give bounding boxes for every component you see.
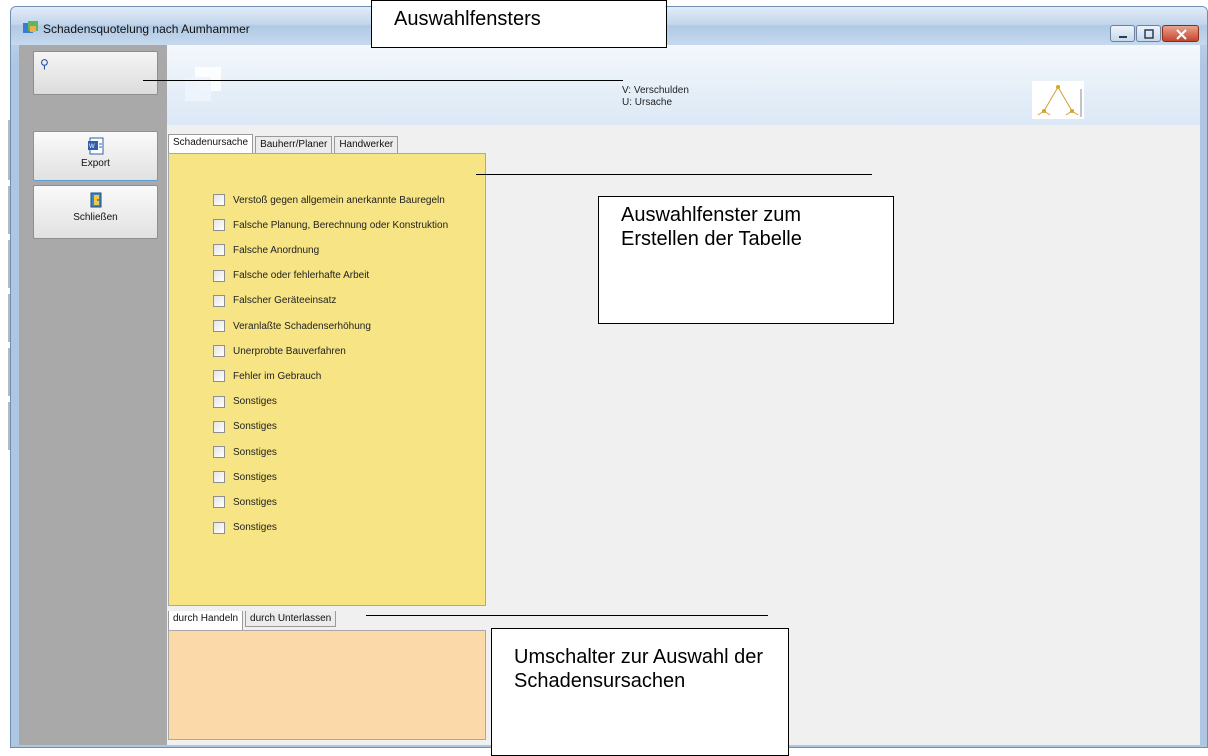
checkbox-item[interactable]: Fehler im Gebrauch <box>213 368 321 384</box>
checkbox[interactable] <box>213 269 225 282</box>
close-icon <box>1176 29 1187 40</box>
checkbox-item[interactable]: Sonstiges <box>213 394 277 410</box>
checkbox-label: Falsche oder fehlerhafte Arbeit <box>233 270 370 282</box>
tab-bauherr-planer[interactable]: Bauherr/Planer <box>255 136 333 154</box>
door-exit-icon <box>90 192 101 208</box>
checkbox-label: Sonstiges <box>233 496 277 508</box>
checkbox-item[interactable]: Veranlaßte Schadenserhöhung <box>213 318 371 334</box>
selection-panel: Verstoß gegen allgemein anerkannte Baure… <box>168 153 486 606</box>
checkbox-label: Fehler im Gebrauch <box>233 370 322 382</box>
header-band: V: Verschulden U: Ursache <box>167 45 1200 125</box>
tab-durch-handeln[interactable]: durch Handeln <box>168 611 244 631</box>
checkbox-label: Falsche Planung, Berechnung oder Konstru… <box>233 219 449 231</box>
close-label: Schließen <box>73 212 118 223</box>
checkbox-item[interactable]: Sonstiges <box>213 494 277 510</box>
top-tab-strip: Schadenursache Bauherr/Planer Handwerker <box>168 134 400 154</box>
checkbox-label: Falsche Anordnung <box>233 244 320 256</box>
tree-diagram-icon <box>1032 81 1084 119</box>
checkbox[interactable] <box>213 219 225 232</box>
legend-line-ursache: U: Ursache <box>622 97 673 108</box>
app-icon <box>23 21 38 33</box>
window-title: Schadensquotelung nach Aumhammer <box>43 22 250 36</box>
pin-button[interactable]: ⚲ <box>33 51 158 95</box>
checkbox-label: Sonstiges <box>233 421 277 433</box>
checkbox-label: Sonstiges <box>233 522 277 534</box>
callout-line-top <box>143 80 623 81</box>
sidebar: ⚲ W Export Schließen <box>19 45 167 745</box>
bottom-tab-strip: durch Handeln durch Unterlassen <box>168 611 338 631</box>
checkbox-item[interactable]: Sonstiges <box>213 520 277 536</box>
checkbox[interactable] <box>213 370 225 383</box>
checkbox[interactable] <box>213 244 225 257</box>
checkbox[interactable] <box>213 345 225 358</box>
checkbox[interactable] <box>213 471 225 484</box>
close-app-button[interactable]: Schließen <box>33 185 158 239</box>
checkbox-item[interactable]: Sonstiges <box>213 444 277 460</box>
svg-text:W: W <box>89 144 95 150</box>
maximize-icon <box>1144 29 1154 39</box>
pin-icon: ⚲ <box>40 57 49 71</box>
minimize-button[interactable] <box>1110 25 1135 42</box>
checkbox-label: Falscher Geräteeinsatz <box>233 295 337 307</box>
tab-durch-unterlassen[interactable]: durch Unterlassen <box>245 611 337 627</box>
callout-line-bottom <box>366 615 768 616</box>
checkbox-item[interactable]: Falsche Anordnung <box>213 242 319 258</box>
checkbox-label: Sonstiges <box>233 396 277 408</box>
close-window-button[interactable] <box>1162 25 1199 42</box>
callout-line-right <box>476 174 872 175</box>
checkbox-label: Sonstiges <box>233 471 277 483</box>
checkbox[interactable] <box>213 294 225 307</box>
checkbox-label: Sonstiges <box>233 446 277 458</box>
checkbox[interactable] <box>213 395 225 408</box>
checkbox[interactable] <box>213 320 225 332</box>
checkbox-label: Veranlaßte Schadenserhöhung <box>233 320 371 332</box>
export-label: Export <box>81 158 110 169</box>
minimize-icon <box>1119 36 1127 38</box>
checkbox-item[interactable]: Falscher Geräteeinsatz <box>213 293 336 309</box>
tab-schadenursache[interactable]: Schadenursache <box>168 134 254 154</box>
checkbox[interactable] <box>213 420 225 433</box>
export-button[interactable]: W Export <box>33 131 158 181</box>
checkbox-label: Unerprobte Bauverfahren <box>233 345 346 357</box>
callout-auswahlfenster-tabelle: Auswahlfenster zum Erstellen der Tabelle <box>598 196 894 324</box>
checkbox-item[interactable]: Falsche Planung, Berechnung oder Konstru… <box>213 217 448 233</box>
checkbox-item[interactable]: Sonstiges <box>213 469 277 485</box>
checkbox[interactable] <box>213 446 225 458</box>
checkbox-item[interactable]: Unerprobte Bauverfahren <box>213 343 346 359</box>
checkbox-item[interactable]: Falsche oder fehlerhafte Arbeit <box>213 268 369 284</box>
desktop-left-edge <box>0 0 11 756</box>
maximize-button[interactable] <box>1136 25 1161 42</box>
word-export-icon: W <box>87 137 103 155</box>
tab-handwerker[interactable]: Handwerker <box>334 136 399 154</box>
checkbox-label: Verstoß gegen allgemein anerkannte Baure… <box>233 194 445 206</box>
callout-auswahlfensters: Auswahlfensters <box>371 0 667 48</box>
checkbox[interactable] <box>213 521 225 534</box>
checkbox[interactable] <box>213 496 225 509</box>
checkbox[interactable] <box>213 194 225 206</box>
checkbox-item[interactable]: Sonstiges <box>213 419 277 435</box>
bottom-panel <box>168 630 486 740</box>
legend-line-verschulden: V: Verschulden <box>622 85 689 96</box>
checkbox-item[interactable]: Verstoß gegen allgemein anerkannte Baure… <box>213 192 445 208</box>
callout-umschalter: Umschalter zur Auswahl der Schadensursac… <box>491 628 789 756</box>
legend: V: Verschulden U: Ursache <box>622 85 689 109</box>
decorative-squares-icon <box>185 67 221 101</box>
